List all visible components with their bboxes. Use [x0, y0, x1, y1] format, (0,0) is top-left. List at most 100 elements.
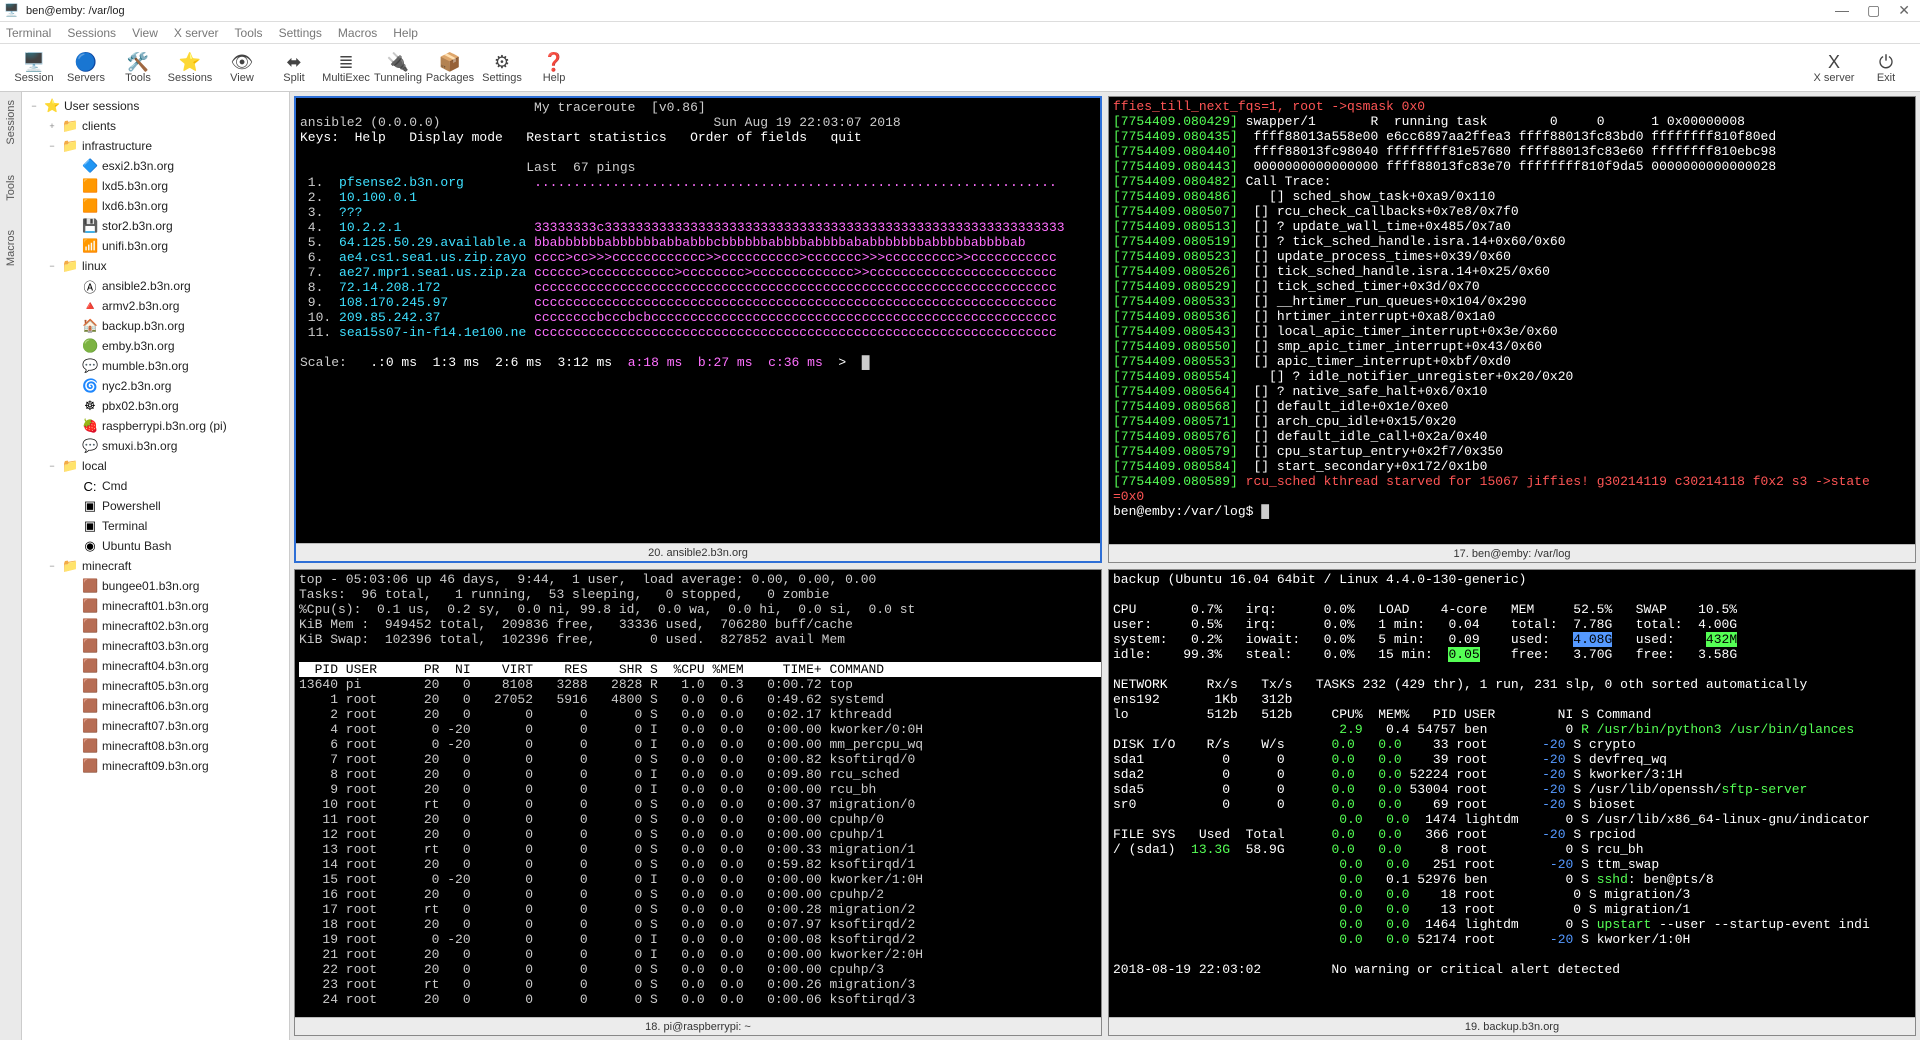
session-ubuntu-bash[interactable]: ◉Ubuntu Bash	[22, 536, 289, 556]
session-unifi-b3n-org[interactable]: 📶unifi.b3n.org	[22, 236, 289, 256]
tree-twist-icon: +	[46, 121, 58, 131]
sessions-sidebar[interactable]: −⭐ User sessions +📁clients−📁infrastructure…	[22, 92, 290, 1040]
session-terminal[interactable]: ▣Terminal	[22, 516, 289, 536]
rail-tab-tools[interactable]: Tools	[5, 175, 17, 201]
session-backup-b3n-org[interactable]: 🏠backup.b3n.org	[22, 316, 289, 336]
tree-label: stor2.b3n.org	[102, 219, 173, 233]
session-smuxi-b3n-org[interactable]: 💬smuxi.b3n.org	[22, 436, 289, 456]
session-powershell[interactable]: ▣Powershell	[22, 496, 289, 516]
toolbar-tunneling-button[interactable]: 🔌Tunneling	[372, 45, 424, 91]
menu-view[interactable]: View	[132, 26, 158, 40]
session-nyc2-b3n-org[interactable]: 🌀nyc2.b3n.org	[22, 376, 289, 396]
toolbar-session-button[interactable]: 🖥️Session	[8, 45, 60, 91]
tree-label: minecraft05.b3n.org	[102, 679, 209, 693]
session-minecraft05-b3n-org[interactable]: 🟫minecraft05.b3n.org	[22, 676, 289, 696]
toolbar-multiexec-button[interactable]: ≣MultiExec	[320, 45, 372, 91]
session-minecraft04-b3n-org[interactable]: 🟫minecraft04.b3n.org	[22, 656, 289, 676]
tree-label: unifi.b3n.org	[102, 239, 168, 253]
session-minecraft06-b3n-org[interactable]: 🟫minecraft06.b3n.org	[22, 696, 289, 716]
tree-icon: ▣	[82, 518, 98, 534]
session-raspberrypi-b3n-org-pi-[interactable]: 🍓raspberrypi.b3n.org (pi)	[22, 416, 289, 436]
pane-ansible2[interactable]: My traceroute [v0.86] ansible2 (0.0.0.0)…	[294, 96, 1102, 563]
tree-label: minecraft03.b3n.org	[102, 639, 209, 653]
tree-label: minecraft	[82, 559, 131, 573]
toolbar-split-button[interactable]: ⬌Split	[268, 45, 320, 91]
rail-tab-macros[interactable]: Macros	[5, 230, 17, 266]
tree-label: lxd5.b3n.org	[102, 179, 168, 193]
pane-emby-varlog[interactable]: ffies_till_next_fqs=1, root ->qsmask 0x0…	[1108, 96, 1916, 563]
session-minecraft02-b3n-org[interactable]: 🟫minecraft02.b3n.org	[22, 616, 289, 636]
tree-label: lxd6.b3n.org	[102, 199, 168, 213]
session-lxd6-b3n-org[interactable]: 🟧 lxd6.b3n.org	[22, 196, 289, 216]
menu-macros[interactable]: Macros	[338, 26, 377, 40]
folder-linux[interactable]: −📁linux	[22, 256, 289, 276]
side-rail: Sessions Tools Macros	[0, 92, 22, 1040]
session-armv2-b3n-org[interactable]: 🔺armv2.b3n.org	[22, 296, 289, 316]
session-emby-b3n-org[interactable]: 🟢emby.b3n.org	[22, 336, 289, 356]
tree-label: bungee01.b3n.org	[102, 579, 199, 593]
session-bungee01-b3n-org[interactable]: 🟫bungee01.b3n.org	[22, 576, 289, 596]
toolbar-help-button[interactable]: ❓Help	[528, 45, 580, 91]
session-minecraft07-b3n-org[interactable]: 🟫minecraft07.b3n.org	[22, 716, 289, 736]
session-minecraft09-b3n-org[interactable]: 🟫minecraft09.b3n.org	[22, 756, 289, 776]
toolbar-view-button[interactable]: 👁View	[216, 45, 268, 91]
toolbar-settings-button[interactable]: ⚙Settings	[476, 45, 528, 91]
folder-minecraft[interactable]: −📁minecraft	[22, 556, 289, 576]
toolbar: 🖥️Session🔵Servers🛠️Tools⭐Sessions👁View⬌S…	[0, 44, 1920, 92]
session-lxd5-b3n-org[interactable]: 🟧 lxd5.b3n.org	[22, 176, 289, 196]
menu-bar: Terminal Sessions View X server Tools Setting…	[0, 22, 1920, 44]
pane-status: 20. ansible2.b3n.org	[296, 543, 1100, 561]
tree-icon: 🏠	[82, 318, 98, 334]
pane-raspberrypi[interactable]: top - 05:03:06 up 46 days, 9:44, 1 user,…	[294, 569, 1102, 1036]
view-icon: 👁	[231, 52, 254, 72]
exit-icon: ⏻	[1879, 52, 1893, 72]
tree-icon: ◉	[82, 538, 98, 554]
minimize-button[interactable]: —	[1835, 2, 1849, 19]
folder-local[interactable]: −📁local	[22, 456, 289, 476]
tree-icon: 🔷	[82, 158, 98, 174]
window-controls: — ▢ ✕	[1835, 2, 1910, 19]
menu-terminal[interactable]: Terminal	[6, 26, 51, 40]
menu-settings[interactable]: Settings	[279, 26, 322, 40]
pane-backup[interactable]: backup (Ubuntu 16.04 64bit / Linux 4.4.0…	[1108, 569, 1916, 1036]
toolbar-tools-button[interactable]: 🛠️Tools	[112, 45, 164, 91]
folder-infrastructure[interactable]: −📁infrastructure	[22, 136, 289, 156]
tree-icon: ⭐	[44, 98, 60, 114]
maximize-button[interactable]: ▢	[1867, 2, 1880, 19]
menu-sessions[interactable]: Sessions	[67, 26, 116, 40]
close-button[interactable]: ✕	[1898, 2, 1910, 19]
toolbar-servers-button[interactable]: 🔵Servers	[60, 45, 112, 91]
tree-icon: 🟧	[82, 198, 98, 214]
tree-label: Cmd	[102, 479, 127, 493]
menu-help[interactable]: Help	[393, 26, 418, 40]
session-minecraft08-b3n-org[interactable]: 🟫minecraft08.b3n.org	[22, 736, 289, 756]
toolbar-packages-button[interactable]: 📦Packages	[424, 45, 476, 91]
session-cmd[interactable]: C:Cmd	[22, 476, 289, 496]
servers-icon: 🔵	[75, 52, 97, 72]
menu-x-server[interactable]: X server	[174, 26, 219, 40]
session-pbx02-b3n-org[interactable]: ☸pbx02.b3n.org	[22, 396, 289, 416]
folder-user-sessions[interactable]: −⭐ User sessions	[22, 96, 289, 116]
folder-clients[interactable]: +📁clients	[22, 116, 289, 136]
menu-tools[interactable]: Tools	[235, 26, 263, 40]
session-ansible2-b3n-org[interactable]: Ⓐansible2.b3n.org	[22, 276, 289, 296]
tree-twist-icon: −	[28, 101, 40, 111]
tree-icon: 💾	[82, 218, 98, 234]
tree-label: armv2.b3n.org	[102, 299, 179, 313]
session-esxi2-b3n-org[interactable]: 🔷esxi2.b3n.org	[22, 156, 289, 176]
tree-icon: 🟧	[82, 178, 98, 194]
tunneling-icon: 🔌	[387, 52, 409, 72]
titlebar: 🖥️ ben@emby: /var/log — ▢ ✕	[0, 0, 1920, 22]
tree-label: ansible2.b3n.org	[102, 279, 191, 293]
toolbar-sessions-button[interactable]: ⭐Sessions	[164, 45, 216, 91]
session-minecraft03-b3n-org[interactable]: 🟫minecraft03.b3n.org	[22, 636, 289, 656]
session-mumble-b3n-org[interactable]: 💬mumble.b3n.org	[22, 356, 289, 376]
tree-label: minecraft09.b3n.org	[102, 759, 209, 773]
toolbar-exit-button[interactable]: ⏻Exit	[1860, 45, 1912, 91]
pane-status: 17. ben@emby: /var/log	[1109, 544, 1915, 562]
session-minecraft01-b3n-org[interactable]: 🟫minecraft01.b3n.org	[22, 596, 289, 616]
rail-tab-sessions[interactable]: Sessions	[5, 100, 17, 145]
session-stor2-b3n-org[interactable]: 💾 stor2.b3n.org	[22, 216, 289, 236]
tree-label: User sessions	[64, 99, 139, 113]
toolbar-x-server-button[interactable]: XX server	[1808, 45, 1860, 91]
